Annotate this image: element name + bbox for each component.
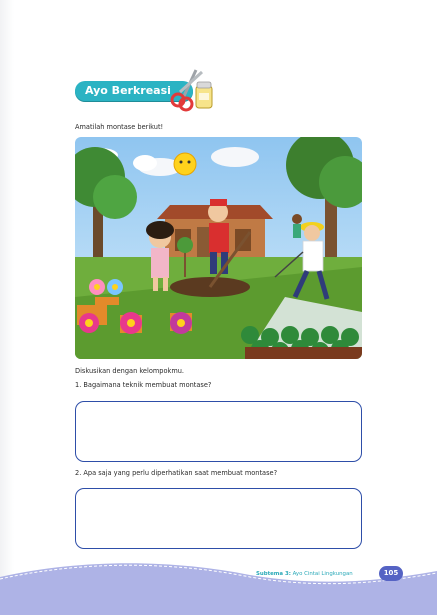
discussion-intro: Diskusikan dengan kelompokmu. [75, 367, 185, 375]
answer-box-2[interactable] [75, 488, 362, 549]
footer-wave [0, 563, 437, 615]
subtheme-title: Ayo Cintai Lingkungan [292, 571, 353, 577]
subtheme-label: Subtema 3: [256, 571, 291, 577]
page-number: 105 [379, 566, 403, 581]
answer-box-1[interactable] [75, 401, 362, 462]
instruction-text: Amatilah montase berikut! [75, 123, 164, 131]
footer-subtheme: Subtema 3: Ayo Cintai Lingkungan [256, 571, 353, 577]
page-edge [0, 0, 14, 615]
scissors-glue-icon [170, 69, 213, 112]
question-1: 1. Bagaimana teknik membuat montase? [75, 381, 212, 389]
montage-illustration [75, 137, 362, 359]
question-2: 2. Apa saja yang perlu diperhatikan saat… [75, 469, 278, 477]
